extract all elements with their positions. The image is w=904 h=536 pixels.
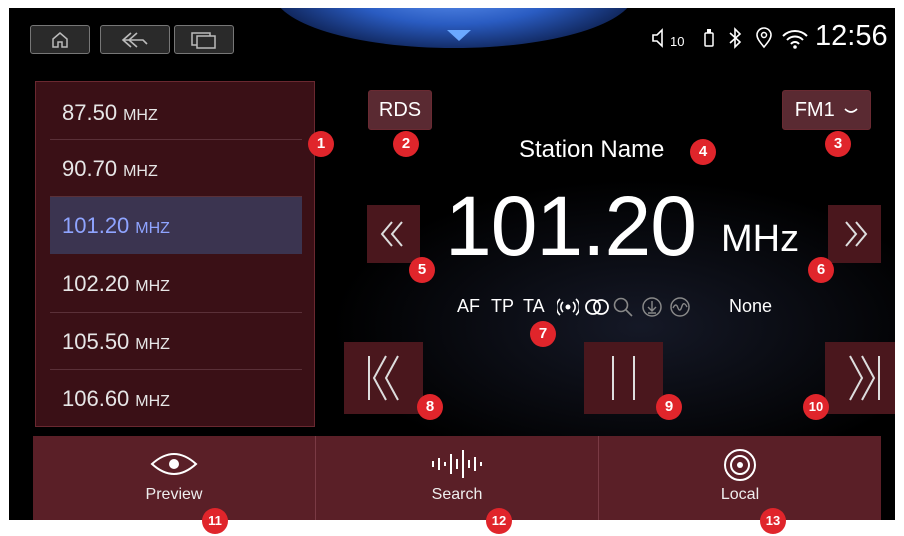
station-frequency: 105.50 [62, 329, 130, 354]
seek-up-button[interactable] [828, 205, 881, 263]
search-tab[interactable]: Search [316, 436, 598, 520]
usb-icon [704, 29, 714, 47]
double-chevron-left-icon [380, 221, 403, 247]
station-item[interactable]: 106.60 MHZ [50, 370, 302, 427]
pull-down-arrow-icon[interactable] [447, 30, 471, 41]
station-frequency: 101.20 [62, 213, 130, 238]
callout-badge: 11 [202, 508, 228, 534]
tab-label: Local [720, 486, 760, 503]
pause-button[interactable] [584, 342, 663, 414]
signal-indicator-icon [670, 297, 690, 317]
station-name: Station Name [519, 136, 665, 163]
broadcast-icon [724, 449, 756, 481]
callout-badge: 13 [760, 508, 786, 534]
current-frequency: 101.20 [445, 179, 697, 273]
station-frequency: 102.20 [62, 271, 130, 296]
station-item[interactable]: 102.20 MHZ [50, 255, 302, 312]
radio-screen: 10 12:56 87.50 MHZ 90.70 MHZ 101.20 MHZ 102… [9, 8, 895, 520]
station-unit: MHZ [135, 336, 170, 353]
recent-apps-icon [191, 31, 216, 49]
station-item[interactable]: 105.50 MHZ [50, 313, 302, 370]
station-unit: MHZ [135, 393, 170, 410]
volume-level: 10 [670, 34, 685, 49]
station-item[interactable]: 90.70 MHZ [50, 140, 302, 197]
station-list[interactable]: 87.50 MHZ 90.70 MHZ 101.20 MHZ 102.20 MHZ 10… [35, 81, 315, 427]
stereo-icon [585, 299, 609, 315]
local-tab[interactable]: Local [599, 436, 881, 520]
download-indicator-icon [642, 297, 662, 317]
callout-badge: 5 [409, 257, 435, 283]
home-button[interactable] [30, 25, 90, 54]
eye-icon [150, 453, 198, 475]
station-frequency: 90.70 [62, 156, 118, 181]
station-unit: MHZ [135, 278, 170, 295]
next-button[interactable] [825, 342, 895, 414]
back-button[interactable] [100, 25, 170, 54]
top-glow [274, 8, 634, 48]
frequency-unit: MHz [721, 218, 800, 260]
station-unit: MHZ [123, 163, 158, 180]
seek-down-button[interactable] [367, 205, 420, 263]
clock: 12:56 [815, 20, 888, 52]
callout-badge: 6 [808, 257, 834, 283]
af-indicator[interactable]: AF [457, 296, 480, 317]
callout-badge: 4 [690, 139, 716, 165]
callout-badge: 10 [803, 394, 829, 420]
station-item-selected[interactable]: 101.20 MHZ [50, 197, 302, 254]
waveform-icon [432, 450, 482, 478]
station-frequency: 87.50 [62, 100, 118, 125]
broadcast-indicator-icon [557, 298, 579, 316]
recent-apps-button[interactable] [174, 25, 234, 54]
callout-badge: 12 [486, 508, 512, 534]
band-label: FM1 [794, 99, 835, 121]
station-unit: MHZ [123, 107, 158, 124]
callout-badge: 3 [825, 131, 851, 157]
previous-button[interactable] [344, 342, 423, 414]
tab-label: Search [431, 486, 483, 503]
rds-button[interactable]: RDS [368, 90, 432, 130]
bottom-toolbar: Preview Search Local [33, 436, 881, 520]
search-indicator-icon [613, 297, 633, 317]
location-icon [756, 27, 772, 49]
ta-indicator[interactable]: TA [523, 296, 545, 317]
pause-icon [612, 356, 635, 400]
callout-badge: 7 [530, 321, 556, 347]
double-chevron-right-icon [845, 221, 868, 247]
wifi-icon [782, 30, 808, 49]
callout-badge: 1 [308, 131, 334, 157]
station-unit: MHZ [135, 220, 170, 237]
station-frequency: 106.60 [62, 386, 130, 411]
tab-label: Preview [145, 486, 203, 503]
callout-badge: 8 [417, 394, 443, 420]
home-icon [52, 31, 68, 48]
bluetooth-icon [729, 27, 742, 49]
callout-badge: 2 [393, 131, 419, 157]
station-item[interactable]: 87.50 MHZ [50, 84, 302, 141]
skip-previous-icon [368, 355, 399, 401]
band-select[interactable]: FM1 [782, 90, 871, 130]
skip-next-icon [849, 355, 880, 401]
preview-tab[interactable]: Preview [33, 436, 315, 520]
back-icon [121, 31, 148, 48]
callout-badge: 9 [656, 394, 682, 420]
volume-icon[interactable] [651, 28, 669, 48]
tp-indicator[interactable]: TP [491, 296, 514, 317]
pty-indicator: None [729, 296, 773, 316]
chevron-down-icon [844, 108, 858, 113]
